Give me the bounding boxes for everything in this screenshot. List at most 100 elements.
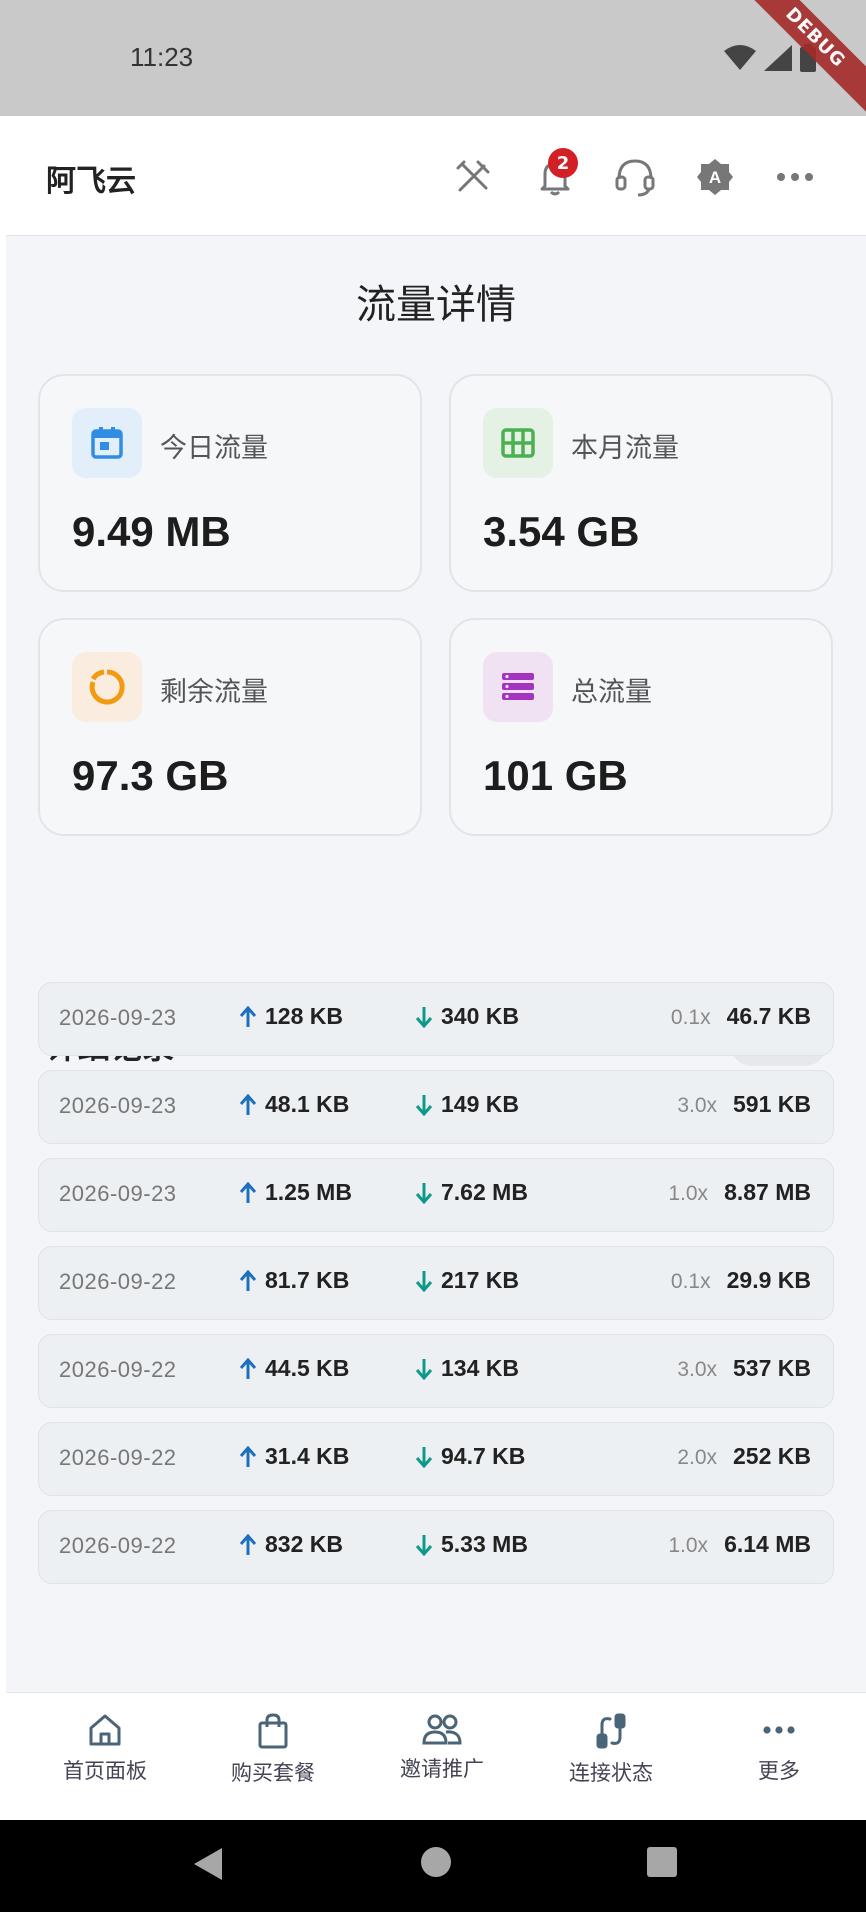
record-date: 2026-09-22: [59, 1357, 177, 1382]
arrow-up-icon: [239, 1269, 257, 1291]
record-upload-value: 832 KB: [265, 1531, 343, 1557]
record-download-value: 217 KB: [441, 1267, 519, 1293]
record-row: 2026-09-23 128 KB 340 KB 0.1x 46.7 KB: [38, 982, 834, 1056]
nav-label: 邀请推广: [400, 1757, 484, 1781]
record-row: 2026-09-22 832 KB 5.33 MB 1.0x 6.14 MB: [38, 1510, 834, 1584]
nav-more[interactable]: 更多: [704, 1713, 854, 1803]
recents-icon[interactable]: [646, 1846, 678, 1878]
record-upload-value: 81.7 KB: [265, 1267, 350, 1293]
record-download: 94.7 KB: [415, 1443, 525, 1470]
nav-home[interactable]: 首页面板: [30, 1713, 180, 1803]
record-multiplier: 3.0x: [677, 1358, 718, 1381]
record-total: 46.7 KB: [726, 1003, 811, 1029]
nav-invite[interactable]: 邀请推广: [367, 1713, 517, 1803]
record-row: 2026-09-23 48.1 KB 149 KB 3.0x 591 KB: [38, 1070, 834, 1144]
record-download-value: 94.7 KB: [441, 1443, 526, 1469]
app-screen: 阿飞云 2 A 流量详情 今日流量 9.49 MB 本月流量 3.54 GB 剩…: [6, 116, 866, 1820]
stat-value: 97.3 GB: [72, 752, 229, 799]
remaining-icon-box: [72, 652, 142, 722]
arrow-up-icon: [239, 1093, 257, 1115]
record-multiplier: 0.1x: [670, 1270, 711, 1293]
people-icon: [422, 1714, 462, 1745]
nav-label: 连接状态: [569, 1761, 653, 1785]
record-date: 2026-09-23: [59, 1093, 177, 1118]
wifi-icon: [724, 45, 756, 70]
record-total: 29.9 KB: [726, 1267, 811, 1293]
record-download: 7.62 MB: [415, 1179, 528, 1206]
record-total: 8.87 MB: [724, 1179, 811, 1205]
record-upload-value: 31.4 KB: [265, 1443, 350, 1469]
record-download: 134 KB: [415, 1355, 519, 1382]
calendar-icon: [91, 427, 123, 459]
record-date: 2026-09-22: [59, 1533, 177, 1558]
arrow-up-icon: [239, 1005, 257, 1027]
stat-value: 101 GB: [483, 752, 628, 799]
arrow-up-icon: [239, 1533, 257, 1555]
record-summary: 2.0x 252 KB: [677, 1443, 811, 1470]
home-icon: [89, 1714, 121, 1746]
donut-icon: [89, 669, 125, 705]
record-upload-value: 48.1 KB: [265, 1091, 350, 1117]
support-button[interactable]: [610, 152, 660, 202]
app-bar: 阿飞云 2 A: [6, 116, 866, 236]
record-total: 252 KB: [733, 1443, 811, 1469]
page-title: 流量详情: [356, 282, 516, 328]
record-multiplier: 0.1x: [670, 1006, 711, 1029]
arrow-up-icon: [239, 1445, 257, 1467]
record-row: 2026-09-22 44.5 KB 134 KB 3.0x 537 KB: [38, 1334, 834, 1408]
record-upload: 1.25 MB: [239, 1179, 352, 1206]
nav-buy-plan[interactable]: 购买套餐: [198, 1713, 348, 1803]
record-total: 537 KB: [733, 1355, 811, 1381]
record-download-value: 134 KB: [441, 1355, 519, 1381]
record-summary: 0.1x 46.7 KB: [671, 1003, 811, 1030]
tools-icon: [456, 160, 490, 192]
system-nav-bar: [0, 1820, 866, 1912]
record-download-value: 340 KB: [441, 1003, 519, 1029]
record-row: 2026-09-23 1.25 MB 7.62 MB 1.0x 8.87 MB: [38, 1158, 834, 1232]
arrow-up-icon: [239, 1181, 257, 1203]
record-download-value: 7.62 MB: [441, 1179, 528, 1205]
record-download-value: 5.33 MB: [441, 1531, 528, 1557]
stat-card-month: 本月流量 3.54 GB: [449, 374, 833, 592]
arrow-down-icon: [415, 1270, 433, 1292]
arrow-up-icon: [239, 1357, 257, 1379]
record-upload-value: 44.5 KB: [265, 1355, 350, 1381]
today-icon-box: [72, 408, 142, 478]
stat-label: 今日流量: [160, 433, 268, 464]
arrow-down-icon: [415, 1094, 433, 1116]
stat-label: 剩余流量: [160, 677, 268, 708]
nav-label: 购买套餐: [231, 1761, 315, 1785]
record-summary: 3.0x 591 KB: [677, 1091, 811, 1118]
record-summary: 0.1x 29.9 KB: [671, 1267, 811, 1294]
back-icon[interactable]: [192, 1846, 224, 1882]
notifications-button[interactable]: 2: [530, 148, 580, 202]
record-multiplier: 1.0x: [668, 1182, 709, 1205]
record-upload: 81.7 KB: [239, 1267, 349, 1294]
shopping-bag-icon: [258, 1713, 288, 1749]
record-download: 340 KB: [415, 1003, 519, 1030]
stat-card-total: 总流量 101 GB: [449, 618, 833, 836]
month-icon-box: [483, 408, 553, 478]
record-download-value: 149 KB: [441, 1091, 519, 1117]
more-icon: [777, 173, 813, 181]
stat-value: 9.49 MB: [72, 508, 231, 555]
stat-value: 3.54 GB: [483, 508, 640, 555]
connection-icon: [596, 1713, 626, 1749]
arrow-down-icon: [415, 1006, 433, 1028]
record-summary: 1.0x 8.87 MB: [668, 1179, 811, 1206]
record-upload: 48.1 KB: [239, 1091, 349, 1118]
record-upload: 832 KB: [239, 1531, 343, 1558]
home-circle-icon[interactable]: [420, 1846, 452, 1878]
total-icon-box: [483, 652, 553, 722]
theme-button[interactable]: A: [690, 152, 740, 202]
record-download: 5.33 MB: [415, 1531, 528, 1558]
record-summary: 3.0x 537 KB: [677, 1355, 811, 1382]
tools-button[interactable]: [448, 152, 498, 202]
more-menu-button[interactable]: [770, 152, 820, 202]
bottom-nav: 首页面板 购买套餐 邀请推广 连接状态 更多: [6, 1692, 866, 1820]
record-upload: 31.4 KB: [239, 1443, 349, 1470]
record-upload-value: 128 KB: [265, 1003, 343, 1029]
signal-icon: [764, 45, 792, 71]
nav-connection[interactable]: 连接状态: [536, 1713, 686, 1803]
storage-icon: [502, 673, 534, 700]
